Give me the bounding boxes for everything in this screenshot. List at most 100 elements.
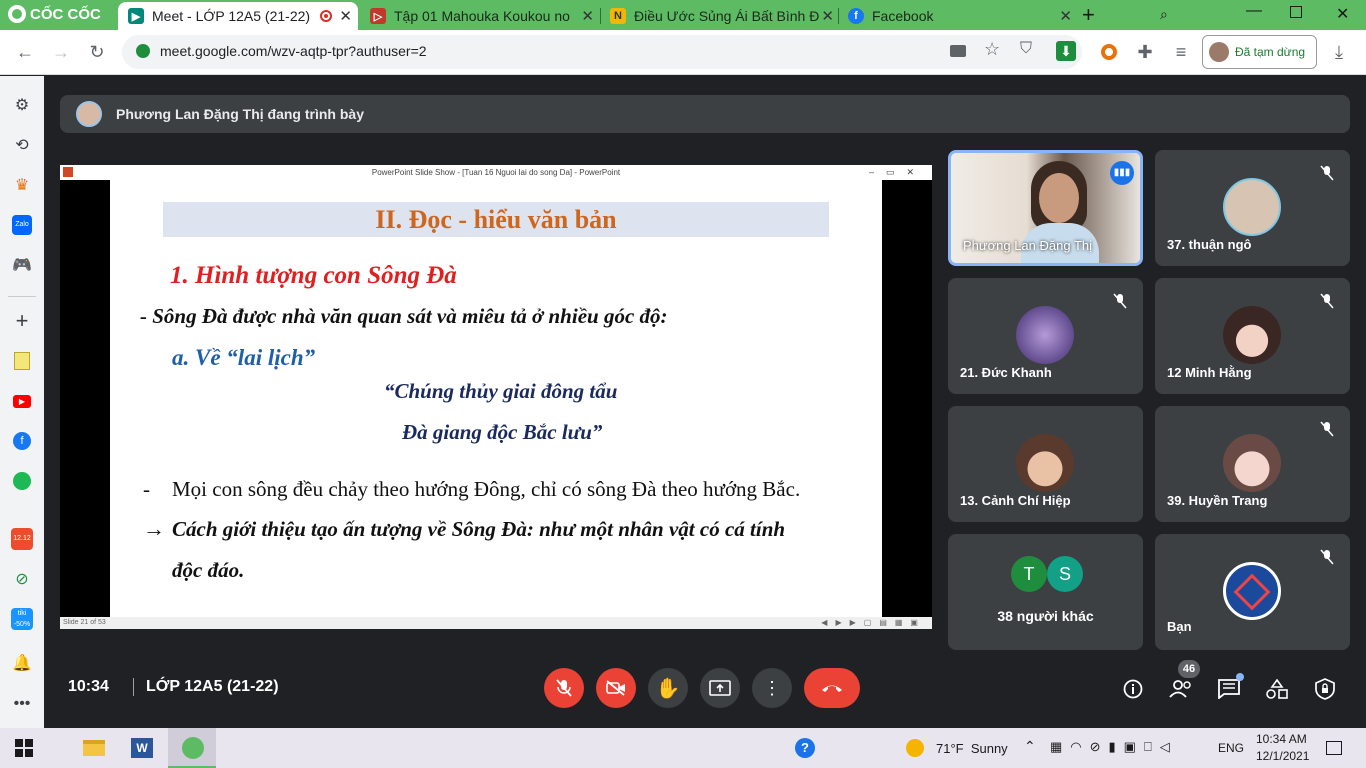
tab-meet-title: Meet - LỚP 12A5 (21-22): [152, 8, 311, 24]
weather-text[interactable]: 71°F Sunny: [936, 741, 1008, 756]
address-bar[interactable]: meet.google.com/wzv-aqtp-tpr?authuser=2 …: [122, 35, 1082, 69]
word-icon[interactable]: W: [130, 736, 154, 760]
slide-subheading: 1. Hình tượng con Sông Đà: [170, 262, 457, 289]
downloads-icon[interactable]: ⤓: [1328, 41, 1350, 63]
others-tile[interactable]: T S 38 người khác: [948, 534, 1143, 650]
lazada-icon[interactable]: ⊘: [10, 567, 34, 591]
taskbar-date[interactable]: 12/1/2021: [1256, 749, 1309, 763]
camera-off-icon: [606, 680, 625, 696]
activities-icon: [1266, 679, 1288, 699]
mic-off-icon: [1316, 546, 1338, 568]
participant-avatar: [1016, 434, 1074, 492]
slide-arrow: →: [143, 516, 165, 541]
new-tab-icon[interactable]: +: [1082, 2, 1095, 28]
browser-brand-label: CỐC CỐC: [30, 5, 101, 23]
game-controller-icon[interactable]: 🎮: [10, 253, 34, 277]
taskbar-time[interactable]: 10:34 AM: [1256, 732, 1307, 746]
notifications-icon[interactable]: [1322, 736, 1346, 760]
reading-list-icon[interactable]: ≡: [1170, 41, 1192, 63]
participant-tile[interactable]: 12 Minh Hằng: [1155, 278, 1350, 394]
tray-chevron-icon[interactable]: ⌃: [1024, 738, 1036, 755]
tab-novel[interactable]: N Điều Ước Sủng Ái Bất Bình Đ ✕: [600, 2, 840, 30]
host-controls-button[interactable]: [1312, 676, 1338, 702]
shield-icon[interactable]: ⛉: [1020, 40, 1032, 58]
file-explorer-icon[interactable]: [82, 736, 106, 760]
participant-tile[interactable]: 13. Cảnh Chí Hiệp: [948, 406, 1143, 522]
tray-icons[interactable]: ▦◠⊘▮▣⎕◁: [1050, 739, 1178, 755]
slide-bullet-dash: -: [143, 477, 150, 501]
participant-tile[interactable]: 21. Đức Khanh: [948, 278, 1143, 394]
participant-tile[interactable]: 37. thuận ngô: [1155, 150, 1350, 266]
lock-icon: [136, 44, 150, 58]
taskbar-coccoc-active[interactable]: [168, 728, 216, 768]
facebook-icon: f: [848, 8, 864, 24]
back-icon[interactable]: ←: [14, 41, 36, 63]
gear-icon[interactable]: ⚙: [10, 93, 34, 117]
tab-meet[interactable]: ▶ Meet - LỚP 12A5 (21-22) ✕: [118, 2, 358, 30]
maximize-icon[interactable]: [1290, 6, 1302, 18]
participant-name: 12 Minh Hằng: [1167, 365, 1252, 380]
self-tile[interactable]: Bạn: [1155, 534, 1350, 650]
participant-tile-presenter[interactable]: ▮▮▮ Phương Lan Đặng Thị: [948, 150, 1143, 266]
chat-notification-dot: [1236, 673, 1244, 681]
close-tab-icon[interactable]: ✕: [821, 7, 834, 25]
notes-icon[interactable]: [10, 349, 34, 373]
tab-mahouka[interactable]: ▷ Tập 01 Mahouka Koukou no ✕: [360, 2, 600, 30]
messenger-icon[interactable]: f: [10, 429, 34, 453]
minimize-icon[interactable]: —: [1246, 2, 1262, 20]
input-language[interactable]: ENG: [1218, 741, 1244, 755]
close-tab-icon[interactable]: ✕: [581, 7, 594, 25]
crown-icon[interactable]: ♛: [10, 173, 34, 197]
close-tab-icon[interactable]: ✕: [1059, 7, 1072, 25]
browser-tab-bar: CỐC CỐC ▶ Meet - LỚP 12A5 (21-22) ✕ ▷ Tậ…: [0, 0, 1366, 30]
participant-count-badge: 46: [1178, 660, 1200, 678]
profile-avatar: [1209, 42, 1229, 62]
mic-off-icon: [1316, 290, 1338, 312]
camera-blocked-icon[interactable]: [950, 45, 966, 57]
meeting-name: LỚP 12A5 (21-22): [133, 678, 279, 696]
mic-toggle-button[interactable]: [544, 668, 584, 708]
presenter-banner-text: Phương Lan Đặng Thị đang trình bày: [116, 106, 364, 122]
forward-icon[interactable]: →: [50, 41, 72, 63]
coccoc-extension-icon[interactable]: [1098, 41, 1120, 63]
windows-start-icon[interactable]: [12, 736, 36, 760]
close-tab-icon[interactable]: ✕: [339, 7, 352, 25]
slide-nav-controls[interactable]: ◀▶▶▢▤▦▣: [821, 617, 926, 629]
history-icon[interactable]: ⟲: [10, 133, 34, 157]
more-options-button[interactable]: ⋮: [752, 668, 792, 708]
tiki-icon[interactable]: tiki -50%: [10, 607, 34, 631]
presenter-banner: Phương Lan Đặng Thị đang trình bày: [60, 95, 1350, 133]
bookmark-star-icon[interactable]: ☆: [984, 39, 1000, 60]
more-icon[interactable]: •••: [10, 692, 34, 716]
zalo-icon[interactable]: Zalo: [10, 213, 34, 237]
hand-icon: ✋: [655, 677, 681, 700]
camera-toggle-button[interactable]: [596, 668, 636, 708]
tab-facebook[interactable]: f Facebook ✕: [838, 2, 1078, 30]
leave-call-button[interactable]: [804, 668, 860, 708]
youtube-icon[interactable]: ▶: [10, 389, 34, 413]
present-screen-icon: [709, 680, 731, 696]
raise-hand-button[interactable]: ✋: [648, 668, 688, 708]
download-icon[interactable]: ⬇: [1056, 41, 1076, 61]
bell-icon[interactable]: 🔔: [10, 651, 34, 675]
profile-button[interactable]: Đã tạm dừng: [1202, 35, 1317, 69]
meeting-info-button[interactable]: [1120, 676, 1146, 702]
shopee-icon[interactable]: 12.12: [10, 527, 34, 551]
people-button[interactable]: [1168, 676, 1194, 702]
spotify-icon[interactable]: [10, 469, 34, 493]
add-icon[interactable]: +: [10, 308, 34, 333]
reload-icon[interactable]: ↻: [86, 41, 108, 63]
activities-button[interactable]: [1264, 676, 1290, 702]
close-window-icon[interactable]: ✕: [1336, 4, 1349, 24]
chat-button[interactable]: [1216, 673, 1244, 702]
participant-avatar: [1016, 306, 1074, 364]
slide-conclusion-1: Cách giới thiệu tạo ấn tượng về Sông Đà:…: [172, 517, 786, 541]
help-icon[interactable]: ?: [793, 736, 817, 760]
extensions-puzzle-icon[interactable]: ✚: [1134, 41, 1156, 63]
participant-tile[interactable]: 39. Huyền Trang: [1155, 406, 1350, 522]
tab-search-icon[interactable]: ⌕: [1160, 6, 1168, 23]
ppt-window-title: PowerPoint Slide Show - [Tuan 16 Nguoi l…: [60, 165, 932, 180]
present-button[interactable]: [700, 668, 740, 708]
ppt-window-controls[interactable]: –▭✕: [869, 165, 926, 180]
browser-brand[interactable]: CỐC CỐC: [8, 5, 101, 23]
